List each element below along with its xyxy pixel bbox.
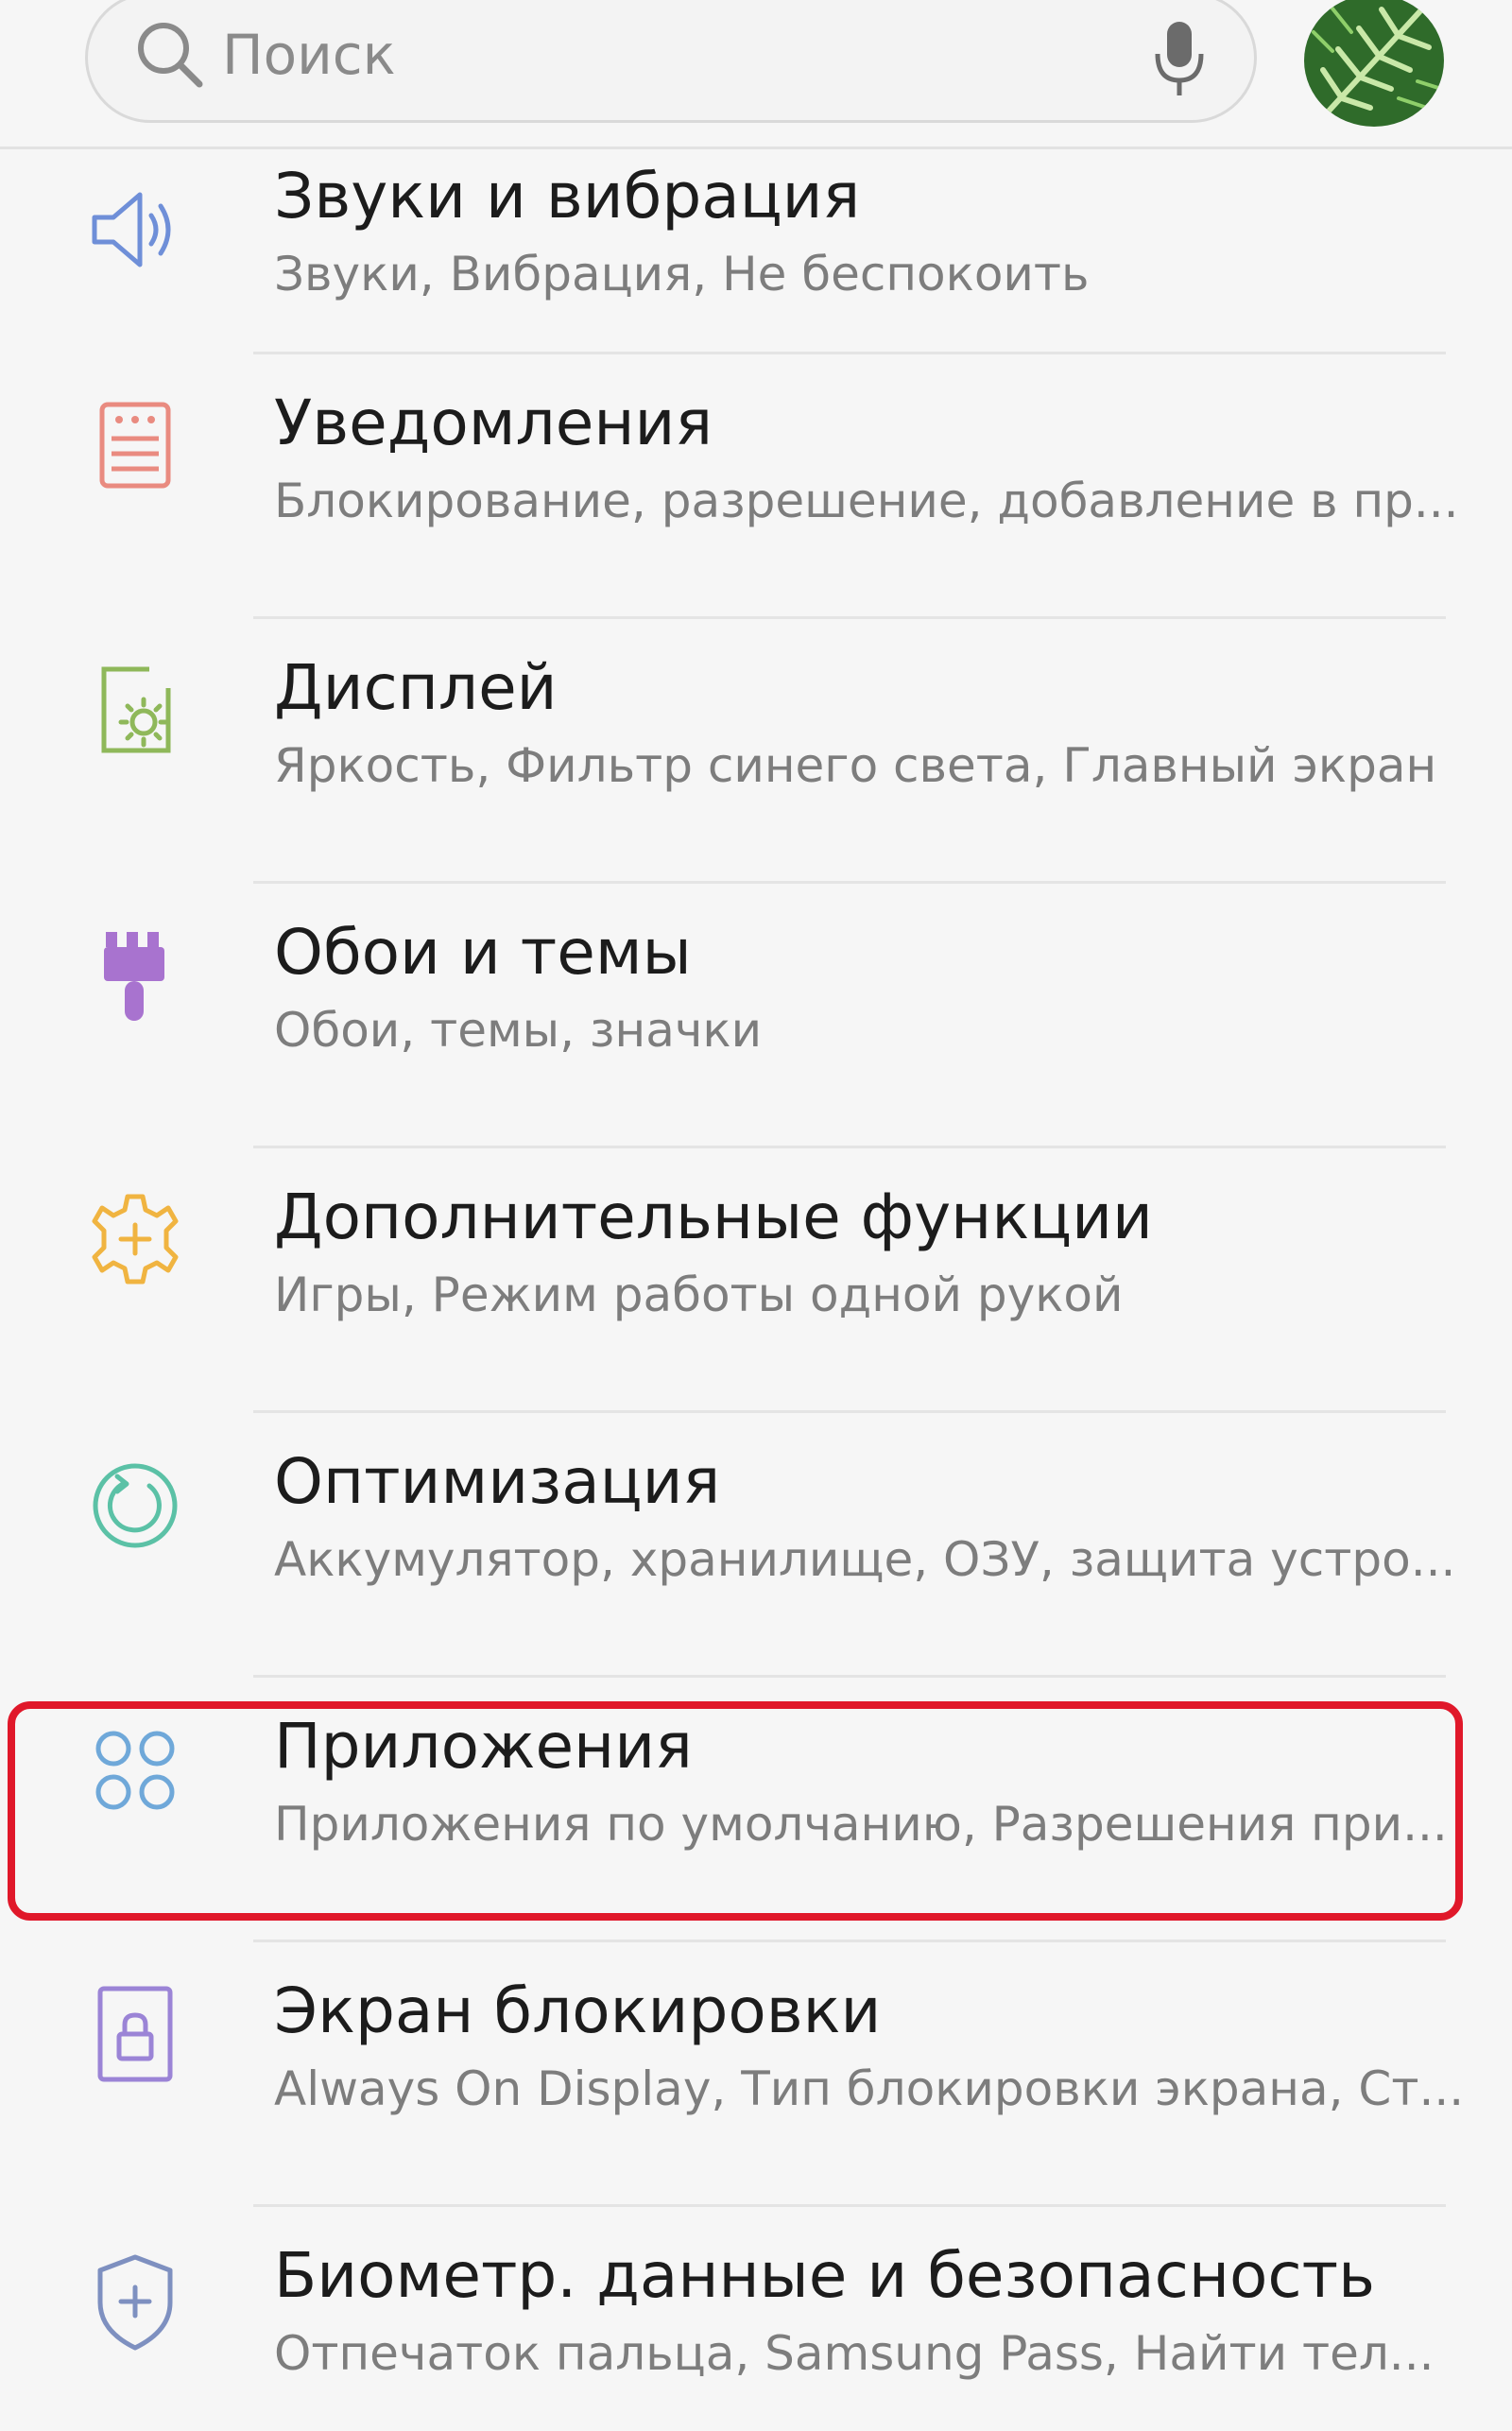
item-subtitle: Игры, Режим работы одной рукой <box>274 1267 1124 1322</box>
item-title: Экран блокировки <box>274 1974 882 2047</box>
search-icon <box>138 23 203 88</box>
divider <box>253 1146 1446 1148</box>
profile-avatar[interactable] <box>1304 0 1444 127</box>
divider <box>253 1675 1446 1678</box>
speaker-icon <box>92 192 171 267</box>
settings-item-wallpapers[interactable]: Обои и темы Обои, темы, значки <box>0 885 1512 1147</box>
settings-screen: Поиск Звуки и вибрация Звуки, Вибрация, … <box>0 0 1512 2431</box>
divider <box>253 352 1446 354</box>
settings-item-biometrics-security[interactable]: Биометр. данные и безопасность Отпечаток… <box>0 2208 1512 2431</box>
settings-item-notifications[interactable]: Уведомления Блокирование, разрешение, до… <box>0 355 1512 618</box>
search-bar[interactable]: Поиск <box>85 0 1257 123</box>
microphone-icon[interactable] <box>1146 16 1212 101</box>
item-title: Звуки и вибрация <box>274 160 861 233</box>
item-subtitle: Отпечаток пальца, Samsung Pass, Найти те… <box>274 2326 1435 2381</box>
settings-item-lock-screen[interactable]: Экран блокировки Always On Display, Тип … <box>0 1943 1512 2206</box>
settings-item-display[interactable]: Дисплей Яркость, Фильтр синего света, Гл… <box>0 620 1512 883</box>
item-subtitle: Звуки, Вибрация, Не беспокоить <box>274 247 1090 302</box>
item-subtitle: Always On Display, Тип блокировки экрана… <box>274 2061 1465 2116</box>
settings-item-advanced-features[interactable]: Дополнительные функции Игры, Режим работ… <box>0 1149 1512 1412</box>
item-subtitle: Яркость, Фильтр синего света, Главный эк… <box>274 738 1437 793</box>
gear-plus-icon <box>92 1194 179 1284</box>
search-input[interactable]: Поиск <box>222 22 396 88</box>
item-title: Уведомления <box>274 387 713 459</box>
fern-leaf-icon <box>1304 0 1444 127</box>
lock-screen-icon <box>97 1986 173 2082</box>
item-title: Дисплей <box>274 651 558 724</box>
optimization-icon <box>93 1463 178 1548</box>
display-brightness-icon <box>101 666 171 753</box>
divider <box>253 881 1446 884</box>
paint-brush-icon <box>104 932 164 1021</box>
item-title: Дополнительные функции <box>274 1181 1153 1253</box>
settings-item-optimization[interactable]: Оптимизация Аккумулятор, хранилище, ОЗУ,… <box>0 1414 1512 1677</box>
settings-item-applications[interactable]: Приложения Приложения по умолчанию, Разр… <box>0 1679 1512 1941</box>
item-title: Обои и темы <box>274 916 692 989</box>
divider <box>253 1940 1446 1942</box>
notifications-icon <box>99 402 171 489</box>
item-title: Оптимизация <box>274 1445 721 1518</box>
divider <box>253 2204 1446 2207</box>
item-subtitle: Приложения по умолчанию, Разрешения при.… <box>274 1797 1448 1852</box>
shield-plus-icon <box>97 2254 173 2351</box>
item-subtitle: Блокирование, разрешение, добавление в п… <box>274 474 1459 528</box>
item-title: Биометр. данные и безопасность <box>274 2239 1376 2312</box>
divider <box>253 1410 1446 1413</box>
item-title: Приложения <box>274 1710 693 1783</box>
apps-grid-icon <box>95 1731 175 1810</box>
item-subtitle: Аккумулятор, хранилище, ОЗУ, защита устр… <box>274 1532 1456 1587</box>
settings-header: Поиск <box>0 0 1512 149</box>
divider <box>253 616 1446 619</box>
item-subtitle: Обои, темы, значки <box>274 1003 763 1058</box>
